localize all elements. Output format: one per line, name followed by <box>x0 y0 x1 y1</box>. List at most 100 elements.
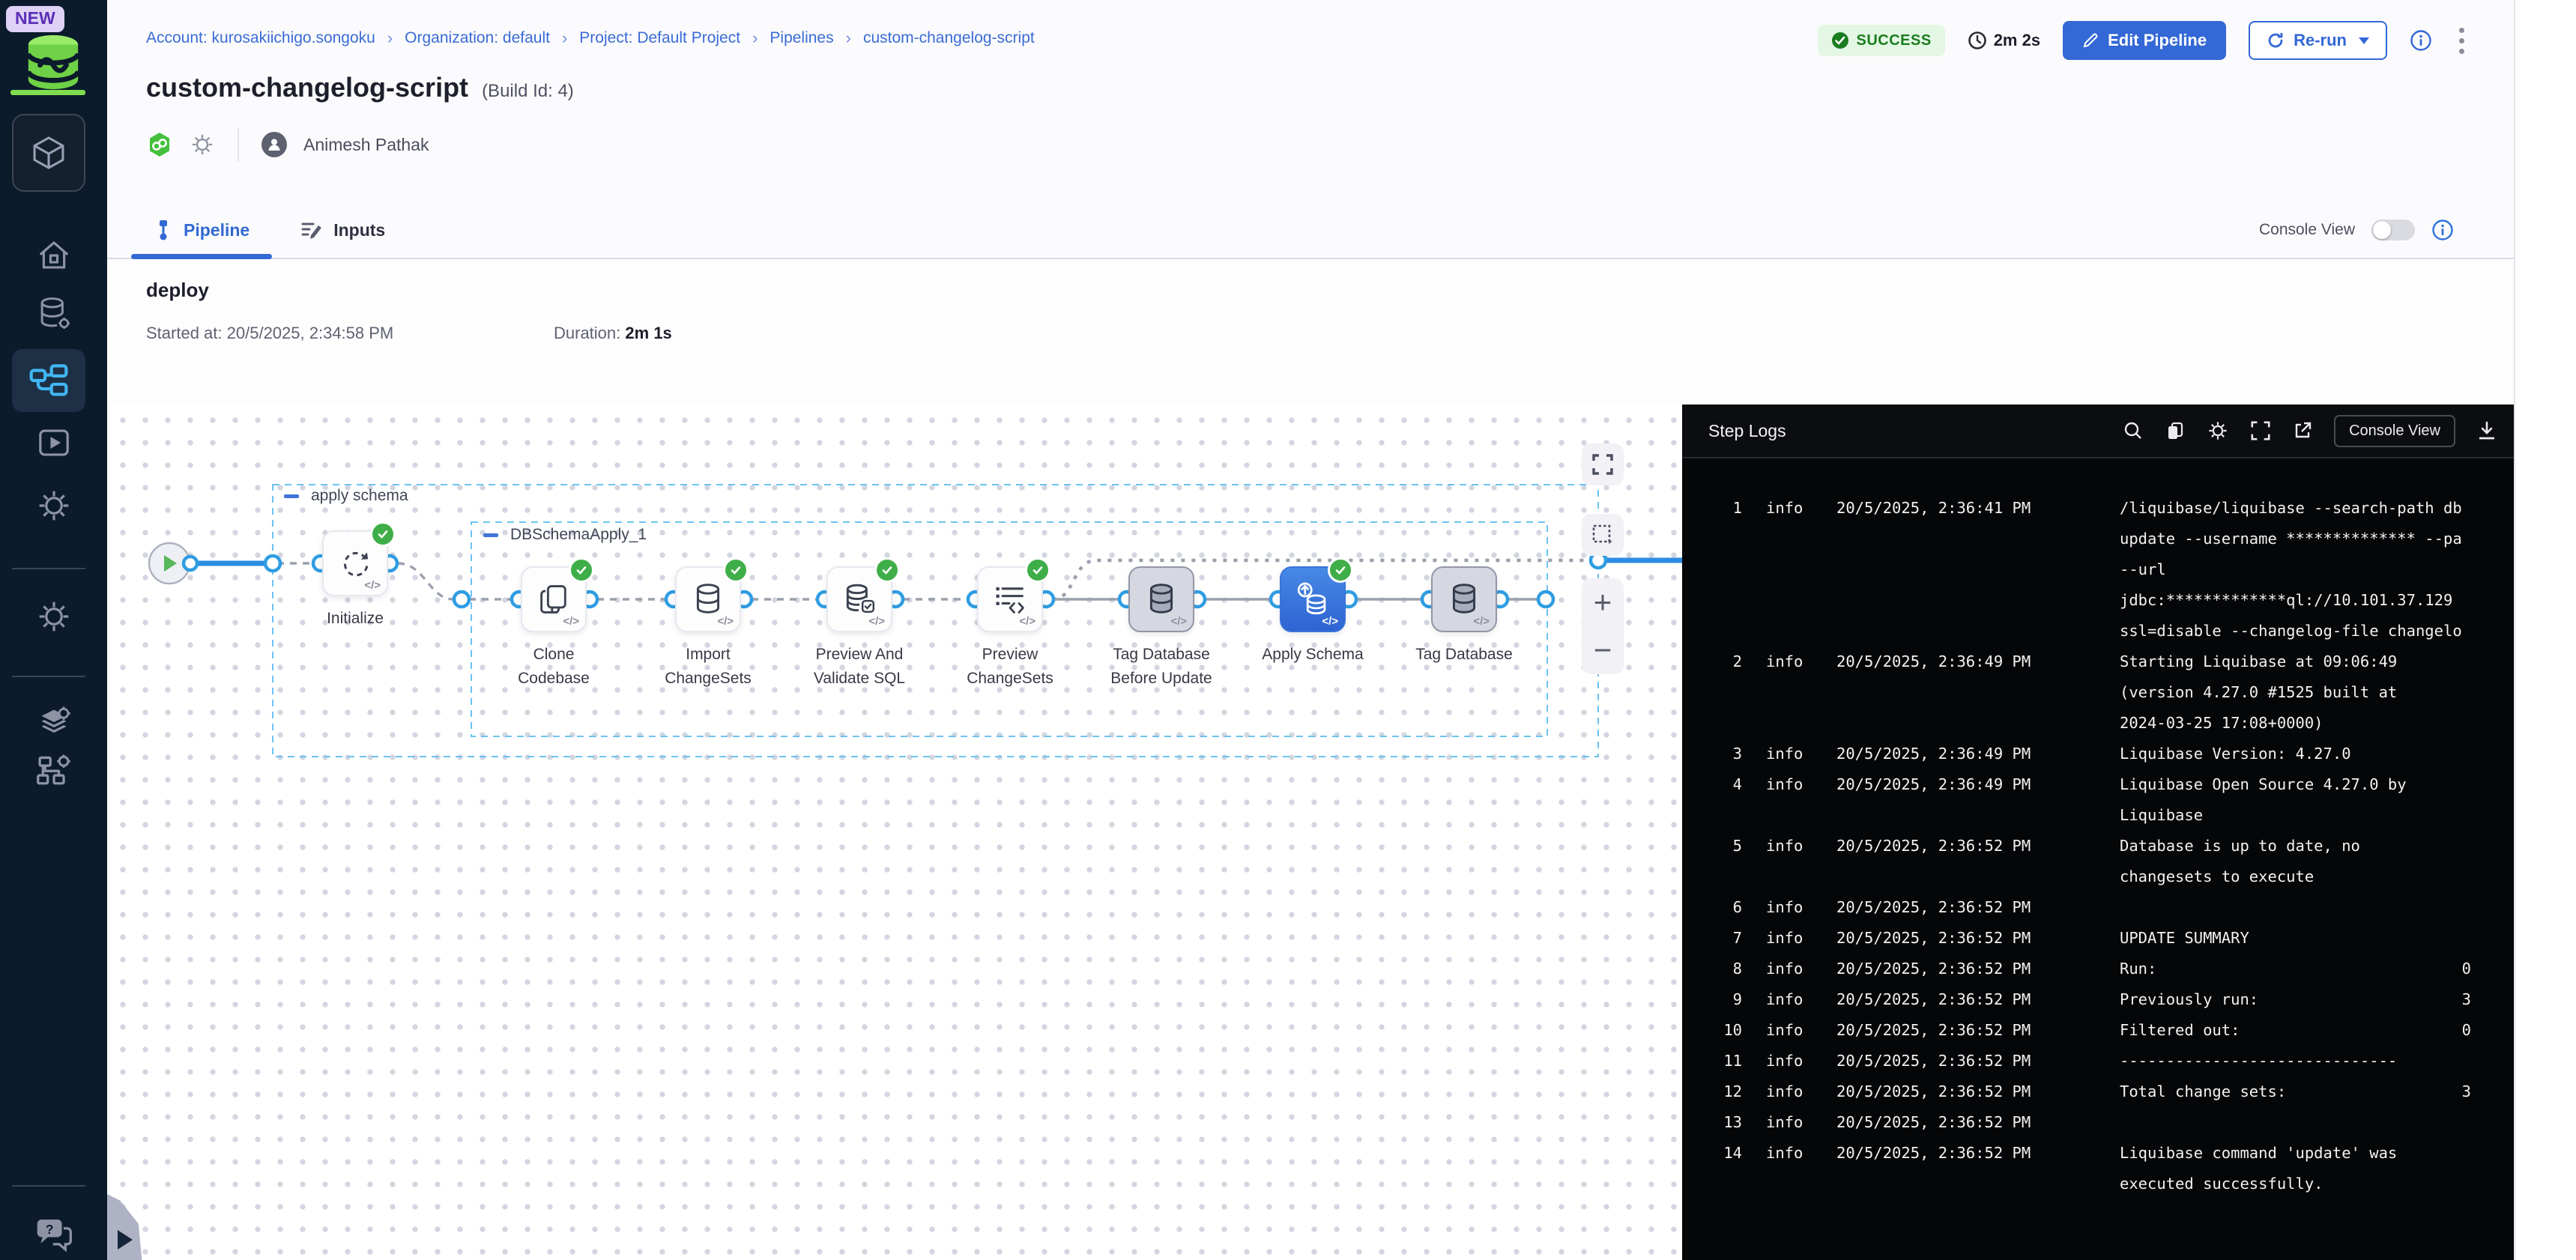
sidebar-item-module[interactable] <box>12 114 85 192</box>
log-line-number: 7 <box>1682 923 1742 954</box>
node-import-changesets[interactable]: </> Import ChangeSets <box>675 566 741 632</box>
svg-text:?: ? <box>45 1222 53 1237</box>
log-level: info <box>1766 1138 1814 1169</box>
breadcrumb-account[interactable]: Account: kurosakiichigo.songoku <box>146 29 375 47</box>
sidebar-divider <box>12 676 85 677</box>
sidebar-item-stage-settings[interactable] <box>0 487 107 524</box>
open-in-new-icon[interactable] <box>2292 420 2313 441</box>
build-id: (Build Id: 4) <box>482 81 574 102</box>
node-label: Initialize <box>265 607 445 631</box>
log-message: Liquibase Open Source 4.27.0 by Liquibas… <box>2120 769 2407 831</box>
harness-database-logo[interactable] <box>21 33 85 95</box>
node-preview-validate-sql[interactable]: </> Preview And Validate SQL <box>826 566 892 632</box>
clone-icon <box>536 581 572 617</box>
log-line: 6 info 20/5/2025, 2:36:52 PM <box>1682 892 2514 923</box>
console-view-button[interactable]: Console View <box>2334 415 2455 447</box>
inputs-tab-icon <box>300 219 323 241</box>
log-level: info <box>1766 769 1814 800</box>
zoom-out-button[interactable]: − <box>1582 626 1624 674</box>
sidebar-item-home[interactable] <box>0 237 107 274</box>
log-message: Filtered out: 0 <box>2120 1015 2471 1046</box>
log-level: info <box>1766 493 1814 524</box>
zoom-in-button[interactable]: + <box>1582 578 1624 626</box>
code-glyph: </> <box>717 615 734 628</box>
log-timestamp: 20/5/2025, 2:36:52 PM <box>1836 1015 2057 1046</box>
database-upload-icon <box>1294 581 1331 618</box>
stage-started: Started at: 20/5/2025, 2:34:58 PM <box>146 324 393 343</box>
log-line-number: 6 <box>1682 892 1742 923</box>
chat-help-icon: ? <box>34 1215 74 1254</box>
pencil-icon <box>2082 32 2099 49</box>
collapse-icon[interactable] <box>284 494 299 498</box>
log-message: Starting Liquibase at 09:06:49 (version … <box>2120 646 2397 739</box>
log-timestamp: 20/5/2025, 2:36:52 PM <box>1836 954 2057 984</box>
node-initialize[interactable]: </> Initialize <box>322 530 388 596</box>
sidebar-item-executions[interactable] <box>0 424 107 461</box>
sidebar-item-infrastructure[interactable] <box>0 751 107 790</box>
log-timestamp: 20/5/2025, 2:36:52 PM <box>1836 923 2057 954</box>
refresh-icon <box>2267 31 2285 49</box>
breadcrumb-pipelines[interactable]: Pipelines <box>770 29 833 47</box>
module-link-icon <box>146 131 173 158</box>
cube-icon <box>29 133 68 172</box>
log-settings-icon[interactable] <box>2207 420 2229 442</box>
node-clone-codebase[interactable]: </> Clone Codebase <box>521 566 587 632</box>
sidebar-item-environments[interactable] <box>0 703 107 742</box>
log-level: info <box>1766 984 1814 1015</box>
breadcrumb-project[interactable]: Project: Default Project <box>579 29 740 47</box>
chevron-down-icon <box>2359 37 2369 44</box>
log-timestamp: 20/5/2025, 2:36:52 PM <box>1836 1138 2057 1169</box>
gear-icon[interactable] <box>190 132 215 157</box>
info-icon[interactable] <box>2410 29 2432 52</box>
node-preview-changesets[interactable]: </> Preview ChangeSets <box>977 566 1043 632</box>
database-icon <box>1144 582 1179 617</box>
log-line-number: 4 <box>1682 769 1742 800</box>
log-message: UPDATE SUMMARY <box>2120 923 2249 954</box>
more-options-menu[interactable] <box>2455 23 2469 58</box>
info-icon[interactable] <box>2431 219 2454 241</box>
collapse-icon[interactable] <box>483 533 498 537</box>
edit-pipeline-button[interactable]: Edit Pipeline <box>2063 21 2226 60</box>
duration-value: 2m 1s <box>625 324 671 342</box>
success-badge <box>723 557 749 583</box>
pipeline-canvas[interactable]: apply schema DBSchemaApply_1 </> <box>107 405 1682 1260</box>
sidebar-item-help[interactable]: ? <box>0 1215 107 1254</box>
sidebar-item-project-settings[interactable] <box>0 598 107 635</box>
node-tag-database-before-update[interactable]: </> Tag Database Before Update <box>1128 566 1194 632</box>
log-line: 5 info 20/5/2025, 2:36:52 PM Database is… <box>1682 831 2514 892</box>
sidebar-item-database[interactable] <box>0 295 107 333</box>
home-icon <box>35 237 73 274</box>
elapsed-time: 2m 2s <box>1968 31 2040 50</box>
log-level: info <box>1766 831 1814 861</box>
expand-logs-icon[interactable] <box>2250 420 2271 441</box>
log-level: info <box>1766 1015 1814 1046</box>
code-glyph: </> <box>1170 615 1187 628</box>
canvas-select-button[interactable] <box>1582 514 1624 556</box>
tab-inputs[interactable]: Inputs <box>275 202 411 258</box>
left-nav: NEW <box>0 0 107 1260</box>
stage-header: deploy Started at: 20/5/2025, 2:34:58 PM… <box>107 259 2514 405</box>
breadcrumb-organization[interactable]: Organization: default <box>405 29 550 47</box>
search-icon[interactable] <box>2123 420 2144 441</box>
breadcrumb-separator: › <box>752 28 758 48</box>
log-line-number: 9 <box>1682 984 1742 1015</box>
console-view-toggle[interactable] <box>2371 219 2415 240</box>
copy-icon[interactable] <box>2165 420 2186 441</box>
log-output[interactable]: 1 info 20/5/2025, 2:36:41 PM /liquibase/… <box>1682 460 2514 1260</box>
code-glyph: </> <box>1019 615 1035 628</box>
download-logs-icon[interactable] <box>2476 420 2497 441</box>
log-line-number: 12 <box>1682 1076 1742 1107</box>
canvas-fullscreen-button[interactable] <box>1582 443 1624 485</box>
node-tag-database[interactable]: </> Tag Database <box>1431 566 1497 632</box>
tab-pipeline[interactable]: Pipeline <box>128 202 275 258</box>
rerun-button[interactable]: Re-run <box>2249 21 2387 60</box>
breadcrumb-current[interactable]: custom-changelog-script <box>863 29 1035 47</box>
node-apply-schema[interactable]: </> Apply Schema <box>1280 566 1346 632</box>
log-line-number: 8 <box>1682 954 1742 984</box>
expand-panel-icon[interactable] <box>118 1230 133 1250</box>
fullscreen-icon <box>1591 453 1614 476</box>
log-message: Database is up to date, no changesets to… <box>2120 831 2360 892</box>
success-badge <box>1025 557 1050 583</box>
sidebar-item-pipelines[interactable] <box>12 349 85 412</box>
stage-name: deploy <box>146 279 209 302</box>
